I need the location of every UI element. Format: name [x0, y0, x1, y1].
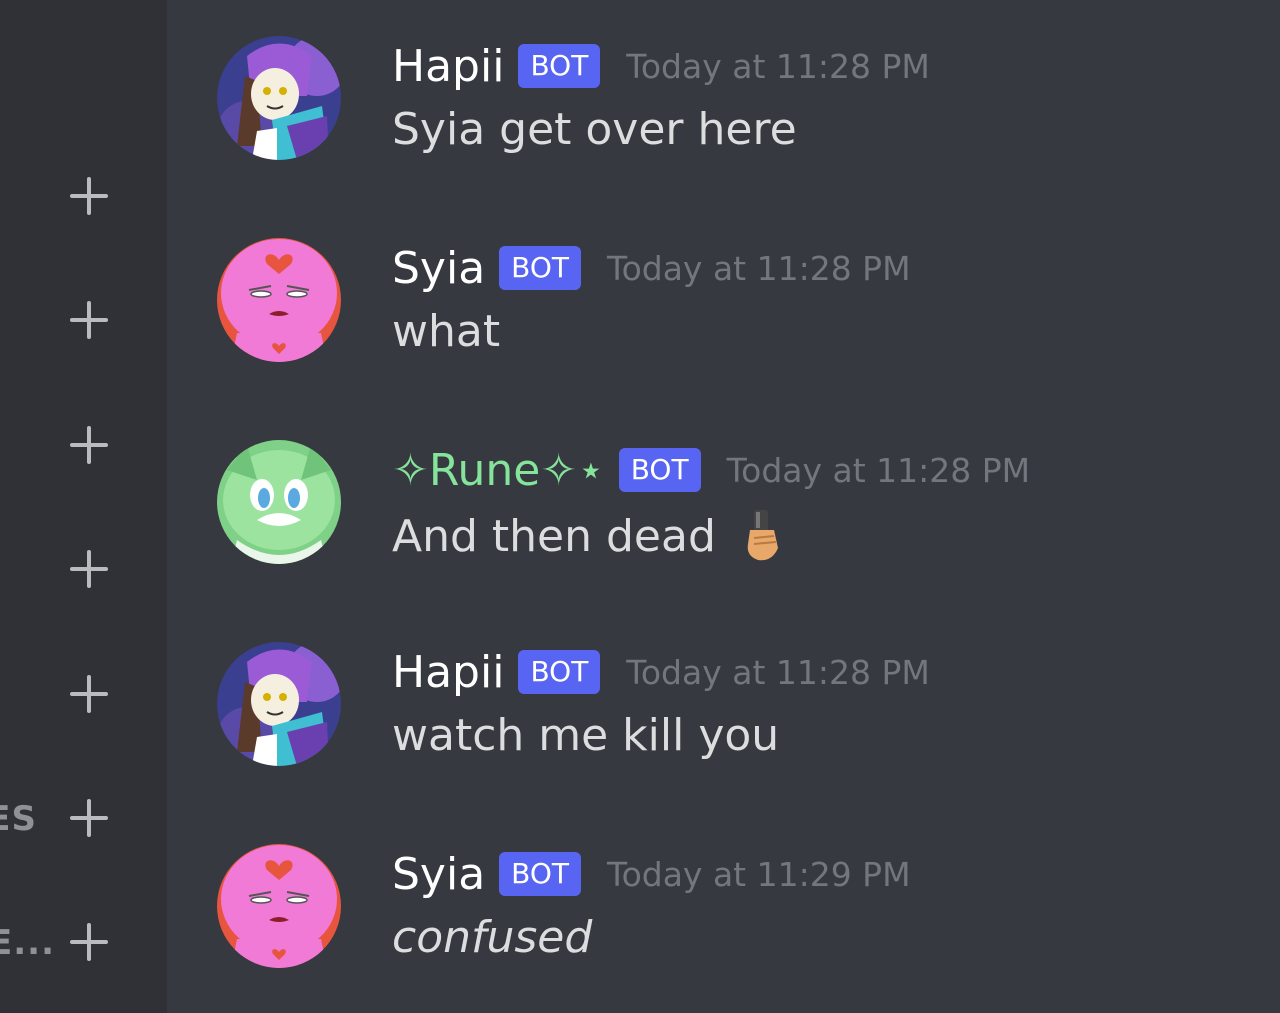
message-content: And then dead [392, 508, 786, 564]
bot-tag: BOT [518, 44, 601, 88]
hapii-avatar[interactable] [217, 642, 341, 766]
sidebar-category-row [0, 540, 167, 600]
syia-avatar[interactable] [217, 238, 341, 362]
plus-icon[interactable] [68, 673, 110, 715]
username[interactable]: Syia [392, 243, 485, 294]
plus-icon[interactable] [68, 299, 110, 341]
hapii-avatar[interactable] [217, 36, 341, 160]
message: Hapii BOT Today at 11:28 PM Syia get ove… [167, 0, 1280, 190]
timestamp: Today at 11:28 PM [726, 450, 1031, 490]
message-text: watch me kill you [392, 710, 780, 761]
message: Hapii BOT Today at 11:28 PM watch me kil… [167, 606, 1280, 796]
plus-icon[interactable] [68, 175, 110, 217]
bot-tag: BOT [499, 852, 582, 896]
sidebar-category-row [0, 167, 167, 227]
sidebar-category-row: ES [0, 789, 167, 849]
username[interactable]: Hapii [392, 647, 504, 698]
timestamp: Today at 11:29 PM [607, 854, 911, 894]
message-list: Hapii BOT Today at 11:28 PM Syia get ove… [167, 0, 1280, 1013]
sidebar-category-row: E... [0, 913, 167, 973]
category-label[interactable]: E... [0, 923, 55, 963]
message-header: Syia BOT Today at 11:29 PM [392, 846, 911, 902]
sidebar-category-row [0, 416, 167, 476]
timestamp: Today at 11:28 PM [626, 46, 930, 86]
message-content: Syia get over here [392, 104, 797, 155]
timestamp: Today at 11:28 PM [626, 652, 930, 692]
gun-hand-emoji [738, 508, 786, 564]
message-text: confused [392, 912, 593, 963]
username[interactable]: Hapii [392, 41, 504, 92]
message-text: what [392, 306, 501, 357]
plus-icon[interactable] [68, 797, 110, 839]
plus-icon[interactable] [68, 548, 110, 590]
message-text: Syia get over here [392, 104, 797, 155]
message-content: what [392, 306, 500, 357]
bot-tag: BOT [618, 448, 701, 492]
sidebar-category-row [0, 665, 167, 725]
plus-icon[interactable] [68, 921, 110, 963]
message-header: ✧Rune✧⋆ BOT Today at 11:28 PM [392, 442, 1030, 498]
message-content: watch me kill you [392, 710, 779, 761]
message: Syia BOT Today at 11:29 PM confused [167, 808, 1280, 998]
bot-tag: BOT [499, 246, 582, 290]
username[interactable]: Syia [392, 849, 485, 900]
message-header: Hapii BOT Today at 11:28 PM [392, 644, 930, 700]
message-content: confused [392, 912, 592, 963]
message-text: And then dead [392, 510, 716, 562]
username[interactable]: ✧Rune✧⋆ [392, 445, 605, 496]
plus-icon[interactable] [68, 424, 110, 466]
timestamp: Today at 11:28 PM [607, 248, 911, 288]
sidebar-category-row [0, 291, 167, 351]
bot-tag: BOT [518, 650, 601, 694]
message: Syia BOT Today at 11:28 PM what [167, 202, 1280, 392]
message: ✧Rune✧⋆ BOT Today at 11:28 PM And then d… [167, 404, 1280, 594]
message-header: Syia BOT Today at 11:28 PM [392, 240, 911, 296]
channel-sidebar: ES E... [0, 0, 167, 1013]
syia-avatar[interactable] [217, 844, 341, 968]
message-header: Hapii BOT Today at 11:28 PM [392, 38, 930, 94]
category-label[interactable]: ES [0, 799, 37, 839]
rune-avatar[interactable] [217, 440, 341, 564]
